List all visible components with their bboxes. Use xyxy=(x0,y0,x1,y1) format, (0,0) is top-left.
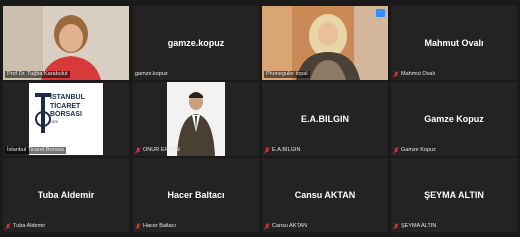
participant-name: ŞEYMA ALTIN xyxy=(401,223,437,229)
more-options-button[interactable]: ··· xyxy=(376,9,385,17)
participant-name: Tuba Aldemir xyxy=(13,223,46,229)
muted-mic-icon xyxy=(135,223,141,230)
participant-display-name: Gamze Kopuz xyxy=(424,114,484,124)
logo-line: İSTANBUL xyxy=(50,94,85,101)
participant-tile[interactable]: İSTANBUL TİCARET BORSASI 1926 İstanbul T… xyxy=(3,82,129,156)
participant-label: E.A.BILGIN xyxy=(264,147,300,154)
participant-tile[interactable]: Tuba Aldemir Tuba Aldemir xyxy=(3,158,129,232)
participant-name: İstanbul Ticaret Borsası xyxy=(7,147,65,153)
participant-name: Prof Dr. Tuğba Karabulut xyxy=(7,71,68,77)
participant-tile[interactable]: Hacer Baltacı Hacer Baltacı xyxy=(133,158,259,232)
participant-name: E.A.BILGIN xyxy=(272,147,301,153)
participant-video xyxy=(3,6,129,80)
participant-label: Mahmut Ovalı xyxy=(393,71,435,78)
participant-name: Gamze Kopuz xyxy=(401,147,436,153)
participant-name: ONUR ERKAN xyxy=(143,147,180,153)
active-speaker-tile[interactable]: ··· Phoneguler topal xyxy=(262,6,388,80)
participant-name: Mahmut Ovalı xyxy=(401,71,436,77)
participant-name: gamze.kopuz xyxy=(135,71,168,77)
participant-label: ONUR ERKAN xyxy=(135,147,180,154)
participant-tile[interactable]: Gamze Kopuz Gamze Kopuz xyxy=(391,82,517,156)
muted-mic-icon xyxy=(393,147,399,154)
participant-tile[interactable]: Cansu AKTAN Cansu AKTAN xyxy=(262,158,388,232)
participant-label: gamze.kopuz xyxy=(135,71,168,78)
muted-mic-icon xyxy=(264,147,270,154)
participant-label: Cansu AKTAN xyxy=(264,223,307,230)
participant-video xyxy=(262,6,388,80)
logo-wordmark: İSTANBUL TİCARET BORSASI 1926 xyxy=(50,94,85,125)
participant-name: Hacer Baltacı xyxy=(143,223,177,229)
logo-year: 1926 xyxy=(50,119,58,124)
participant-display-name: Mahmut Ovalı xyxy=(424,38,484,48)
muted-mic-icon xyxy=(393,223,399,230)
participant-tile[interactable]: ŞEYMA ALTIN ŞEYMA ALTIN xyxy=(391,158,517,232)
participant-video xyxy=(167,82,225,156)
participant-display-name: Hacer Baltacı xyxy=(167,190,225,200)
participant-tile[interactable]: gamze.kopuz gamze.kopuz xyxy=(133,6,259,80)
participant-tile[interactable]: ONUR ERKAN xyxy=(133,82,259,156)
participant-display-name: gamze.kopuz xyxy=(167,38,225,48)
participant-label: Gamze Kopuz xyxy=(393,147,436,154)
bottom-strip xyxy=(0,237,520,243)
participant-tile[interactable]: Prof Dr. Tuğba Karabulut xyxy=(3,6,129,80)
muted-mic-icon xyxy=(393,71,399,78)
participant-label: Prof Dr. Tuğba Karabulut xyxy=(5,71,70,78)
participant-tile[interactable]: E.A.BILGIN E.A.BILGIN xyxy=(262,82,388,156)
logo-line: BORSASI xyxy=(50,111,82,118)
participant-display-name: Tuba Aldemir xyxy=(37,190,95,200)
participant-label: Tuba Aldemir xyxy=(5,223,45,230)
participant-display-name: E.A.BILGIN xyxy=(300,114,349,124)
participant-label: İstanbul Ticaret Borsası xyxy=(5,147,67,154)
participant-tile[interactable]: Mahmut Ovalı Mahmut Ovalı xyxy=(391,6,517,80)
participant-label: Phoneguler topal xyxy=(264,71,310,78)
video-gallery: Prof Dr. Tuğba Karabulut gamze.kopuz gam… xyxy=(0,0,520,237)
muted-mic-icon xyxy=(264,223,270,230)
participant-label: Hacer Baltacı xyxy=(135,223,176,230)
participant-display-name: Cansu AKTAN xyxy=(294,190,356,200)
participant-label: ŞEYMA ALTIN xyxy=(393,223,436,230)
muted-mic-icon xyxy=(135,147,141,154)
participant-name: Cansu AKTAN xyxy=(272,223,308,229)
muted-mic-icon xyxy=(5,223,11,230)
participant-display-name: ŞEYMA ALTIN xyxy=(424,190,484,200)
participant-name: Phoneguler topal xyxy=(266,71,308,77)
logo-line: TİCARET xyxy=(50,102,81,110)
